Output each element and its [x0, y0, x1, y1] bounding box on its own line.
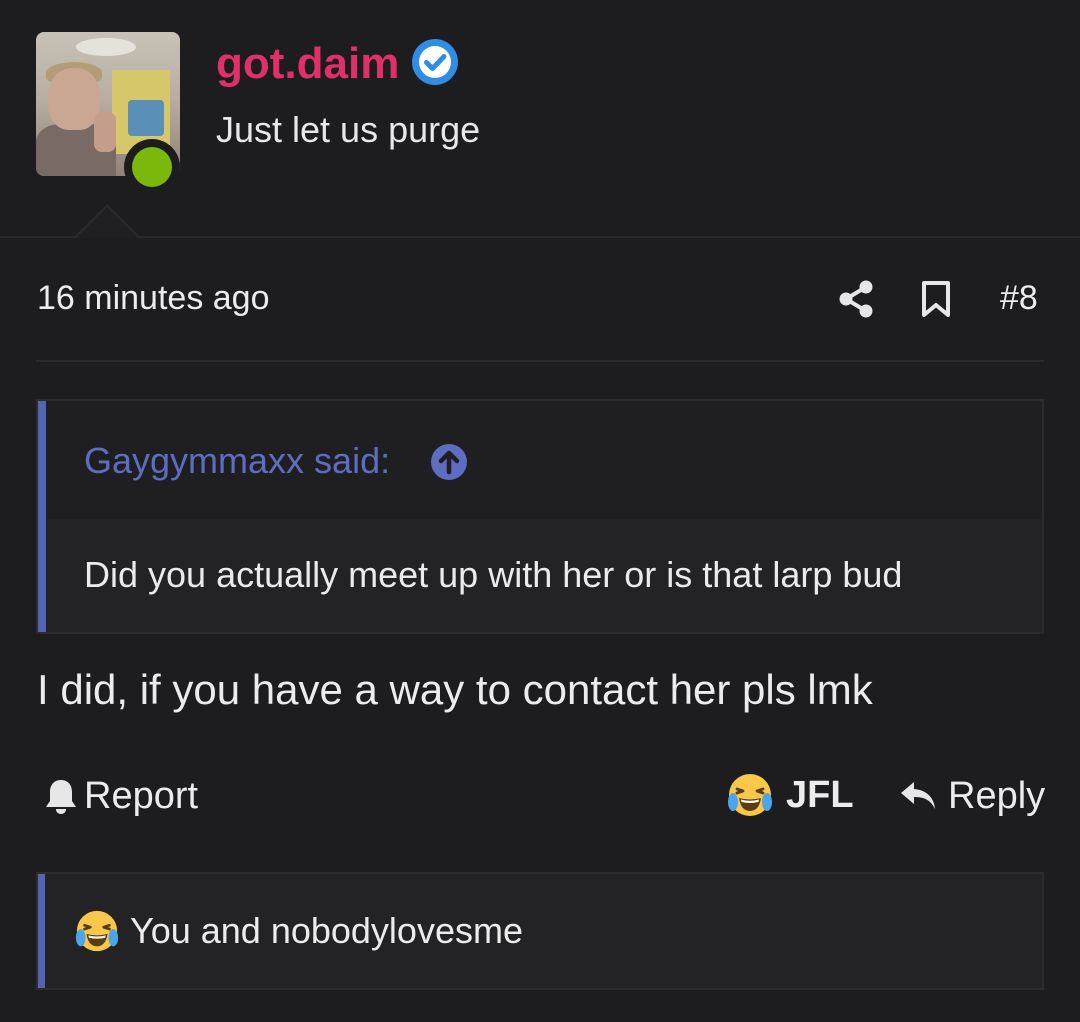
- online-status-indicator: [124, 139, 180, 195]
- quote-block: Gaygymmaxx said: Did you actually meet u…: [36, 399, 1044, 634]
- laughing-crying-emoji-icon: [728, 774, 772, 816]
- report-label: Report: [84, 775, 199, 817]
- post-author-header: got.daim Just let us purge: [0, 0, 1080, 238]
- verified-check-icon: [412, 39, 458, 85]
- quote-accent-bar: [38, 401, 46, 632]
- share-icon[interactable]: [838, 280, 874, 318]
- username[interactable]: got.daim: [216, 38, 399, 90]
- bell-icon: [46, 780, 76, 814]
- thread-post: got.daim Just let us purge 16 minutes ag…: [0, 0, 1080, 1022]
- post-message: I did, if you have a way to contact her …: [37, 666, 873, 713]
- meta-divider: [36, 360, 1044, 362]
- reply-button[interactable]: Reply: [898, 772, 1045, 820]
- report-button[interactable]: Report: [44, 772, 198, 820]
- arrow-up-circle-icon[interactable]: [430, 443, 468, 481]
- reply-icon: [901, 782, 935, 809]
- quote-text: Did you actually meet up with her or is …: [84, 554, 903, 595]
- react-label: JFL: [786, 774, 854, 816]
- post-timestamp[interactable]: 16 minutes ago: [37, 276, 270, 320]
- bookmark-icon[interactable]: [918, 280, 954, 318]
- header-divider: [0, 236, 1080, 238]
- user-title: Just let us purge: [216, 109, 481, 150]
- react-button[interactable]: JFL: [726, 770, 854, 820]
- post-number-link[interactable]: #8: [1000, 276, 1038, 320]
- reactions-bar: You and nobodylovesme: [36, 872, 1044, 990]
- quote-author[interactable]: Gaygymmaxx said:: [84, 439, 390, 483]
- laughing-crying-emoji-icon: [75, 910, 119, 952]
- reactions-list[interactable]: You and nobodylovesme: [130, 908, 523, 954]
- reply-label: Reply: [948, 775, 1046, 817]
- reactions-accent-bar: [38, 874, 45, 988]
